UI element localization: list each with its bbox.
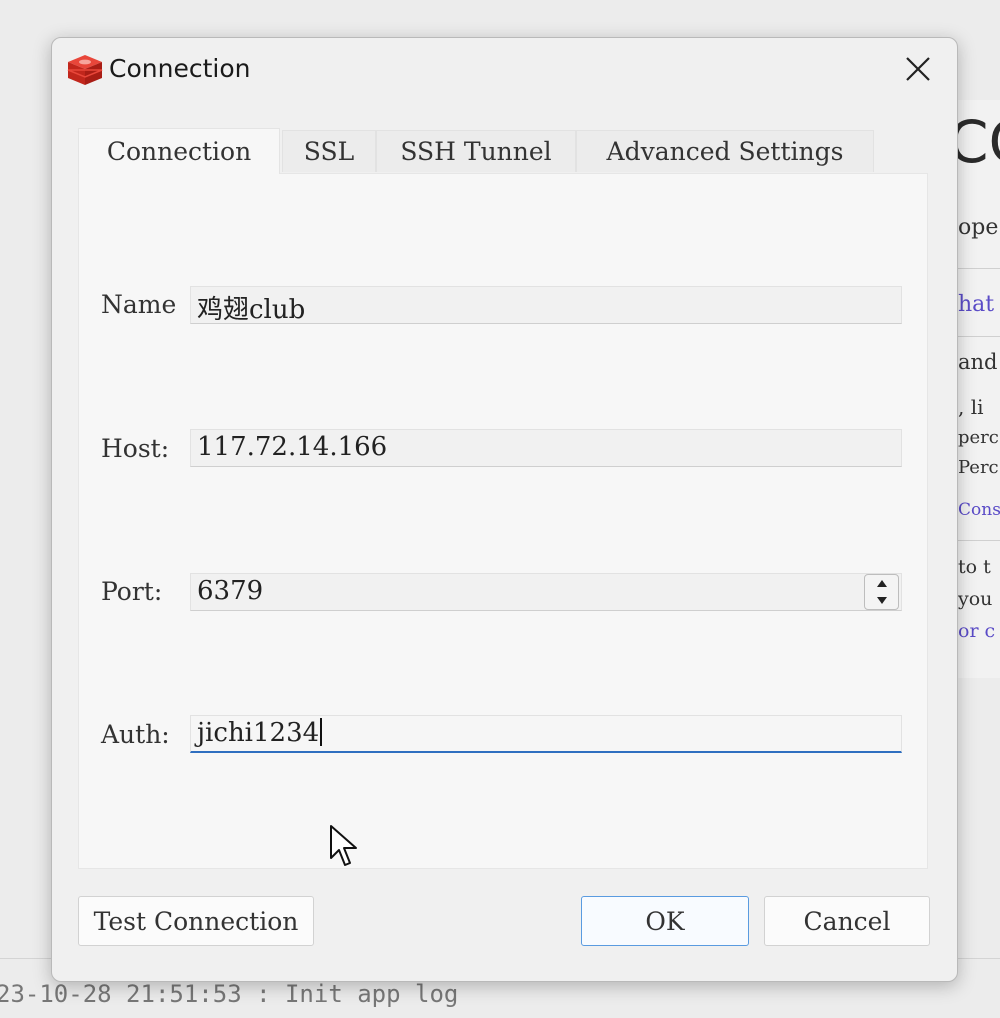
dialog-titlebar[interactable]: Connection (52, 38, 957, 102)
port-spinner[interactable] (864, 574, 899, 610)
spin-down-icon (876, 597, 887, 604)
redis-cube-icon (67, 55, 103, 85)
connection-dialog: Connection Connection SSL SSH Tunnel Adv… (51, 37, 958, 982)
cancel-button[interactable]: Cancel (764, 896, 930, 946)
background-text-line: perc (958, 427, 999, 448)
tab-ssh-tunnel[interactable]: SSH Tunnel (376, 130, 576, 172)
background-divider (956, 336, 1000, 337)
tab-advanced-settings[interactable]: Advanced Settings (576, 130, 874, 172)
dialog-title: Connection (109, 54, 251, 83)
tab-ssl[interactable]: SSL (282, 130, 376, 172)
background-link[interactable]: hat (958, 292, 1000, 317)
spin-down-button[interactable] (865, 592, 898, 609)
host-label: Host: (101, 434, 170, 463)
background-divider (956, 540, 1000, 541)
background-link[interactable]: Conso (958, 500, 1000, 520)
connection-tab-panel (78, 173, 928, 869)
ok-button[interactable]: OK (581, 896, 749, 946)
spin-up-button[interactable] (865, 575, 898, 592)
background-text-line: you (958, 588, 993, 610)
port-spinbox[interactable]: 6379 (190, 573, 902, 611)
background-text-line: ope (958, 215, 999, 240)
spin-up-icon (876, 580, 887, 587)
background-divider (956, 268, 1000, 269)
name-input[interactable]: 鸡翅club (190, 286, 902, 324)
text-caret (320, 718, 323, 746)
host-input[interactable]: 117.72.14.166 (190, 429, 902, 467)
auth-input[interactable]: jichi1234 (190, 715, 902, 753)
app-log-text: 23-10-28 21:51:53 : Init app log (0, 980, 459, 1008)
close-icon (906, 57, 930, 81)
background-link[interactable]: or c (958, 620, 1000, 642)
test-connection-button[interactable]: Test Connection (78, 896, 314, 946)
name-label: Name (101, 290, 177, 319)
background-text-line: to t (958, 556, 991, 578)
auth-label: Auth: (101, 720, 170, 749)
port-label: Port: (101, 577, 163, 606)
auth-value: jichi1234 (197, 718, 320, 748)
background-text-line: , li (958, 395, 984, 419)
tab-connection[interactable]: Connection (78, 128, 280, 174)
background-text-line: and (958, 350, 998, 374)
background-text-line: Perc (958, 457, 999, 478)
close-button[interactable] (892, 44, 944, 94)
mouse-pointer-icon (330, 825, 357, 866)
